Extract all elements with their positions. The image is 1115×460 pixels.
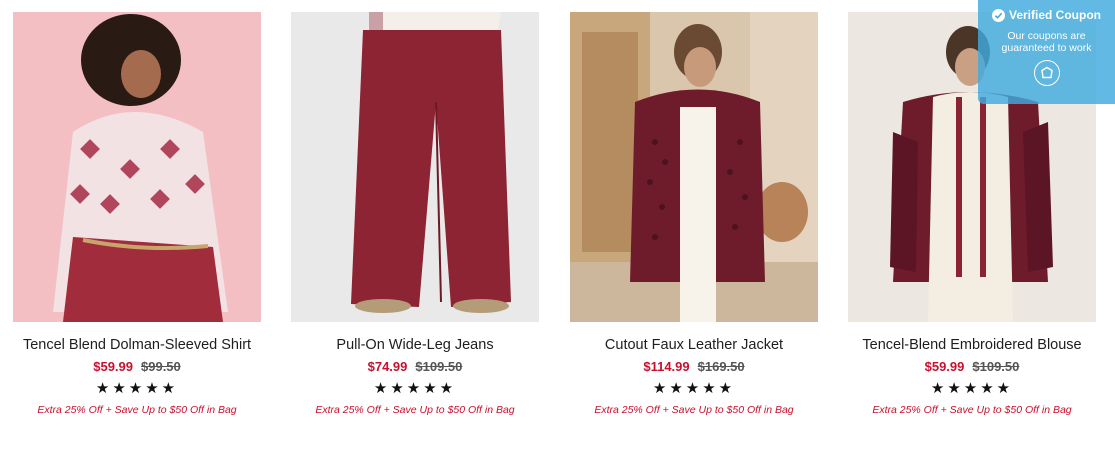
check-icon: [991, 8, 1005, 22]
product-title[interactable]: Tencel Blend Dolman-Sleeved Shirt: [13, 335, 261, 355]
sale-price: $74.99: [367, 359, 408, 374]
sale-price: $114.99: [643, 359, 690, 374]
price-row: $59.99 $99.50: [13, 358, 261, 376]
coupon-subtitle: Our coupons are guaranteed to work: [1001, 30, 1092, 54]
product-title[interactable]: Cutout Faux Leather Jacket: [570, 335, 818, 355]
verified-coupon-badge[interactable]: Verified Coupon Our coupons are guarante…: [978, 0, 1115, 104]
rating-stars[interactable]: ★★★★★: [291, 380, 539, 398]
product-image[interactable]: [13, 12, 261, 322]
promo-text: Extra 25% Off + Save Up to $50 Off in Ba…: [594, 404, 794, 416]
shield-icon: [1033, 60, 1060, 86]
original-price: $109.50: [972, 359, 1020, 374]
product-image[interactable]: [570, 12, 818, 322]
product-title[interactable]: Tencel-Blend Embroidered Blouse: [848, 335, 1096, 355]
rating-stars[interactable]: ★★★★★: [848, 380, 1096, 398]
original-price: $109.50: [415, 359, 463, 374]
product-grid: Tencel Blend Dolman-Sleeved Shirt $59.99…: [0, 0, 1115, 460]
price-row: $74.99 $109.50: [291, 358, 539, 376]
original-price: $169.50: [697, 359, 745, 374]
promo-text: Extra 25% Off + Save Up to $50 Off in Ba…: [37, 404, 237, 416]
promo-text: Extra 25% Off + Save Up to $50 Off in Ba…: [872, 404, 1072, 416]
price-row: $114.99 $169.50: [570, 358, 818, 376]
promo-text: Extra 25% Off + Save Up to $50 Off in Ba…: [315, 404, 515, 416]
sale-price: $59.99: [93, 359, 133, 374]
rating-stars[interactable]: ★★★★★: [570, 380, 818, 398]
product-title[interactable]: Pull-On Wide-Leg Jeans: [291, 335, 539, 355]
price-row: $59.99 $109.50: [848, 358, 1096, 376]
product-card[interactable]: Tencel Blend Dolman-Sleeved Shirt $59.99…: [13, 12, 261, 417]
original-price: $99.50: [141, 359, 181, 374]
product-image[interactable]: [291, 12, 539, 322]
coupon-header: Verified Coupon: [978, 8, 1115, 22]
rating-stars[interactable]: ★★★★★: [13, 380, 261, 398]
sale-price: $59.99: [924, 359, 965, 374]
coupon-title: Verified Coupon: [1008, 8, 1101, 22]
product-card[interactable]: Pull-On Wide-Leg Jeans $74.99 $109.50 ★★★…: [291, 12, 539, 417]
product-card[interactable]: Cutout Faux Leather Jacket $114.99 $169.5…: [570, 12, 818, 417]
